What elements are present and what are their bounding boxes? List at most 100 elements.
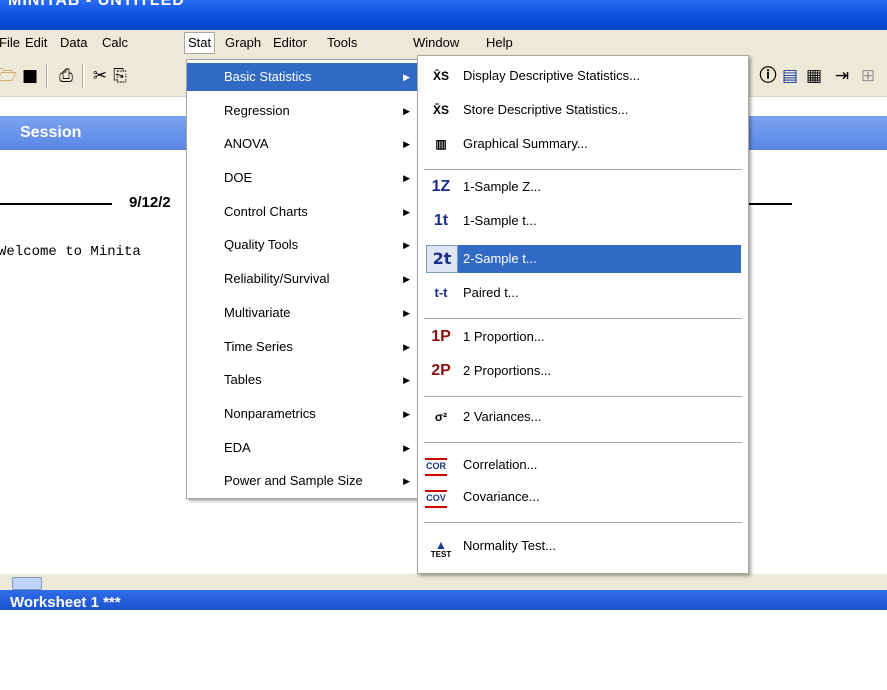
stat-reliability-survival[interactable]: Reliability/Survival ▶ [187, 265, 418, 293]
store-descriptive-statistics[interactable]: X̄S Store Descriptive Statistics... [418, 96, 748, 124]
descriptive-stats-icon: X̄S [432, 69, 449, 83]
session-title: Session [20, 124, 82, 141]
stat-menu: Basic Statistics ▶ Regression ▶ ANOVA ▶ DOE… [186, 59, 419, 499]
menu-help[interactable]: Help [483, 34, 516, 52]
chevron-right-icon: ▶ [403, 409, 410, 419]
menu-separator [424, 318, 742, 319]
horizontal-scrollbar[interactable] [0, 574, 887, 590]
menu-label: EDA [224, 440, 251, 455]
menu-label: Basic Statistics [224, 69, 312, 84]
menu-label: DOE [224, 170, 253, 185]
stat-quality-tools[interactable]: Quality Tools ▶ [187, 231, 418, 259]
stat-nonparametrics[interactable]: Nonparametrics ▶ [187, 400, 418, 428]
chevron-right-icon: ▶ [403, 375, 410, 385]
menu-label: Power and Sample Size [224, 473, 363, 488]
chevron-right-icon: ▶ [403, 308, 410, 318]
menu-label: Tables [224, 372, 262, 387]
menu-label: Graphical Summary... [463, 136, 588, 151]
paired-t-icon: t-t [434, 285, 448, 300]
menu-label: 2 Variances... [463, 409, 542, 424]
menu-label: Quality Tools [224, 237, 299, 252]
correlation[interactable]: COR Correlation... [418, 451, 748, 479]
one-sample-z[interactable]: 1Z 1-Sample Z... [418, 173, 748, 201]
paired-t[interactable]: t-t Paired t... [418, 279, 748, 307]
menu-label: Regression [224, 103, 290, 118]
toolbar-separator [46, 64, 48, 88]
normality-test-icon-label: TEST [430, 550, 452, 559]
stat-time-series[interactable]: Time Series ▶ [187, 333, 418, 361]
stat-basic-statistics[interactable]: Basic Statistics ▶ [187, 63, 418, 91]
menu-label: 2 Proportions... [463, 363, 552, 378]
stat-anova[interactable]: ANOVA ▶ [187, 130, 418, 158]
menu-separator [424, 169, 742, 170]
copy-icon[interactable]: ⎘ [110, 66, 130, 86]
menu-separator [424, 522, 742, 523]
stat-power-sample-size[interactable]: Power and Sample Size ▶ [187, 467, 418, 495]
open-icon[interactable]: 🗁 [0, 66, 17, 86]
divider [745, 203, 792, 205]
print-icon[interactable]: ⎙ [56, 66, 76, 86]
chevron-right-icon: ▶ [403, 274, 410, 284]
chevron-right-icon: ▶ [403, 173, 410, 183]
menu-data[interactable]: Data [57, 34, 90, 52]
menu-editor[interactable]: Editor [270, 34, 310, 52]
divider [0, 203, 112, 205]
stat-multivariate[interactable]: Multivariate ▶ [187, 299, 418, 327]
chevron-right-icon: ▶ [403, 342, 410, 352]
normality-test[interactable]: ▲ TEST Normality Test... [418, 532, 748, 560]
menu-graph[interactable]: Graph [222, 34, 264, 52]
chevron-right-icon: ▶ [403, 476, 410, 486]
menu-label: Time Series [224, 339, 293, 354]
two-sample-t-icon: 2t [426, 245, 458, 273]
save-icon[interactable]: ■ [20, 66, 40, 86]
stat-eda[interactable]: EDA ▶ [187, 434, 418, 462]
menu-tools[interactable]: Tools [324, 34, 360, 52]
menu-label: Display Descriptive Statistics... [463, 68, 640, 83]
welcome-text: Welcome to Minita [0, 244, 141, 260]
menu-stat[interactable]: Stat [184, 32, 216, 54]
menu-label: 2-Sample t... [463, 251, 537, 266]
project-icon[interactable]: ⇥ [832, 66, 852, 86]
covariance[interactable]: COV Covariance... [418, 483, 748, 511]
menu-label: Nonparametrics [224, 406, 316, 421]
menu-file[interactable]: File [0, 34, 23, 52]
chevron-right-icon: ▶ [403, 106, 410, 116]
cut-icon[interactable]: ✂ [90, 66, 110, 86]
stat-control-charts[interactable]: Control Charts ▶ [187, 198, 418, 226]
menu-label: 1 Proportion... [463, 329, 545, 344]
menu-calc[interactable]: Calc [99, 34, 131, 52]
menu-window[interactable]: Window [410, 34, 462, 52]
store-stats-icon: X̄S [432, 103, 449, 117]
report-icon[interactable]: ▤ [780, 66, 800, 86]
two-variances-icon: σ² [434, 410, 448, 424]
stat-doe[interactable]: DOE ▶ [187, 164, 418, 192]
menu-label: Paired t... [463, 285, 519, 300]
graphical-summary-icon: ▥ [435, 137, 447, 151]
menu-label: Control Charts [224, 204, 308, 219]
menu-label: ANOVA [224, 136, 269, 151]
session-icon[interactable]: ⊞ [858, 66, 878, 86]
scroll-thumb[interactable] [12, 577, 42, 590]
basic-statistics-submenu: X̄S Display Descriptive Statistics... X̄… [417, 55, 749, 574]
worksheet-title: Worksheet 1 *** [10, 594, 121, 611]
chevron-right-icon: ▶ [403, 207, 410, 217]
one-sample-t[interactable]: 1t 1-Sample t... [418, 207, 748, 235]
menu-label: 1-Sample Z... [463, 179, 542, 194]
two-variances[interactable]: σ² 2 Variances... [418, 403, 748, 431]
menu-edit[interactable]: Edit [22, 34, 50, 52]
worksheet-title-bar[interactable]: Worksheet 1 *** [0, 590, 887, 611]
two-sample-t[interactable]: 2-Sample t... [458, 245, 741, 273]
stat-tables[interactable]: Tables ▶ [187, 366, 418, 394]
menu-label: Correlation... [463, 457, 538, 472]
worksheet-icon[interactable]: ▦ [804, 66, 824, 86]
menu-label: Multivariate [224, 305, 291, 320]
menu-separator [424, 442, 742, 443]
stat-regression[interactable]: Regression ▶ [187, 97, 418, 125]
toolbar-separator [82, 64, 84, 88]
info-icon[interactable]: ⓘ [758, 66, 778, 86]
one-proportion[interactable]: 1P 1 Proportion... [418, 323, 748, 351]
normality-test-icon: ▲ TEST [430, 538, 452, 559]
graphical-summary[interactable]: ▥ Graphical Summary... [418, 130, 748, 158]
display-descriptive-statistics[interactable]: X̄S Display Descriptive Statistics... [418, 62, 748, 90]
two-proportions[interactable]: 2P 2 Proportions... [418, 357, 748, 385]
